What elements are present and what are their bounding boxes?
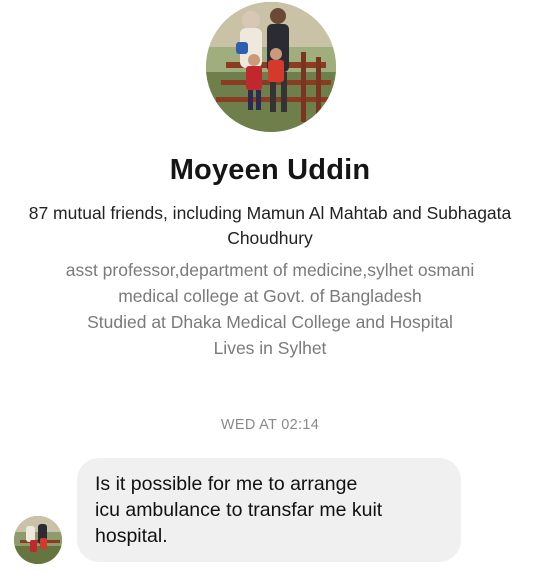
info-line-education: Studied at Dhaka Medical College and Hos… — [87, 312, 453, 332]
profile-photo-image — [206, 2, 336, 132]
info-line-work-cont: medical college at Govt. of Bangladesh — [118, 286, 422, 306]
profile-info: asst professor,department of medicine,sy… — [10, 257, 530, 361]
info-line-location: Lives in Sylhet — [213, 338, 327, 358]
message-timestamp: WED AT 02:14 — [220, 417, 320, 433]
profile-name: Moyeen Uddin — [169, 154, 371, 186]
message-bubble[interactable]: Is it possible for me to arrange icu amb… — [77, 458, 461, 562]
message-line: icu ambulance to transfar me kuit — [95, 499, 383, 521]
message-line: hospital. — [95, 525, 168, 547]
sender-avatar[interactable] — [14, 516, 62, 564]
message-line: Is it possible for me to arrange — [95, 473, 358, 495]
mutual-friends-text[interactable]: 87 mutual friends, including Mamun Al Ma… — [20, 201, 520, 251]
info-line-work: asst professor,department of medicine,sy… — [65, 260, 475, 280]
sender-avatar-image — [14, 516, 62, 564]
profile-photo[interactable] — [206, 2, 336, 132]
